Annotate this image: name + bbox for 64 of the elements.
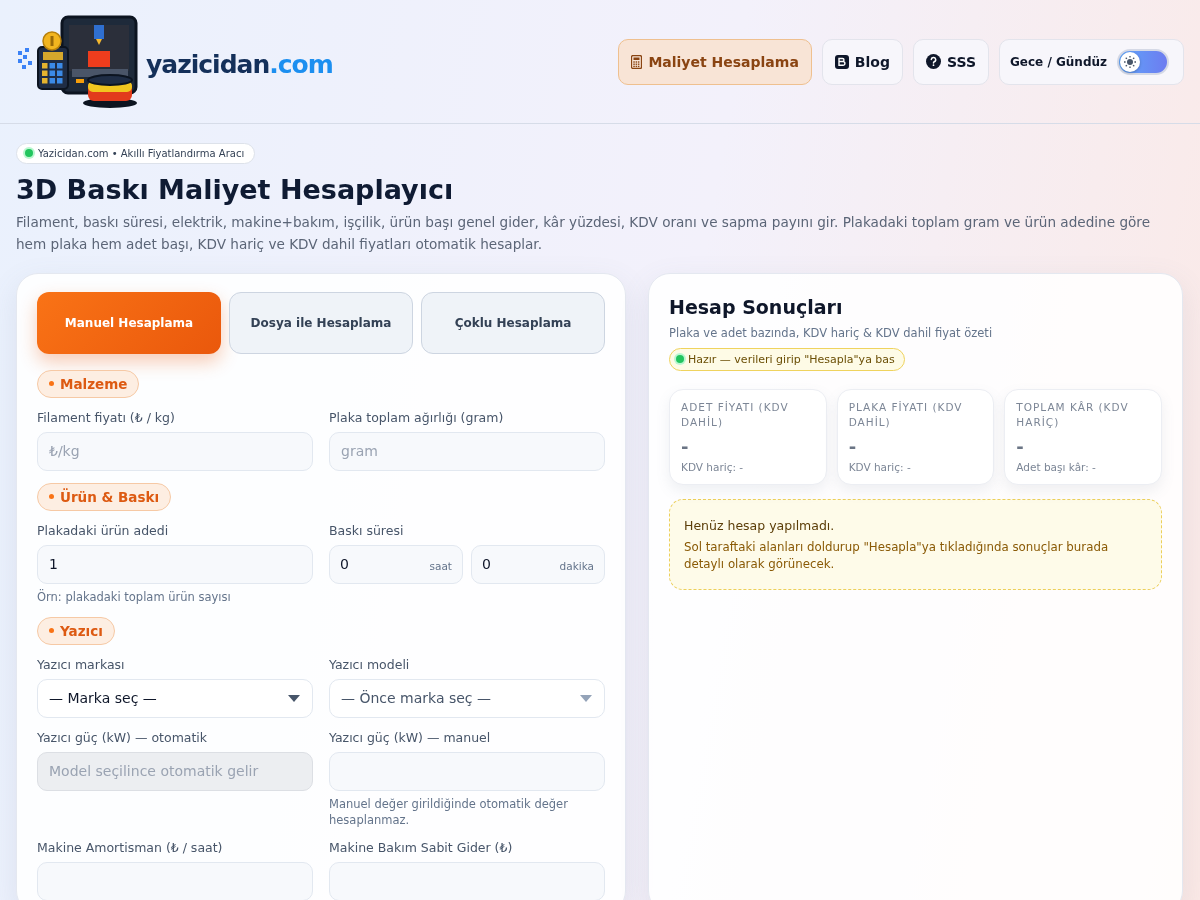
status-dot [25,149,33,157]
bullet-icon [49,494,54,499]
bullet-icon [49,381,54,386]
section-title: Yazıcı [60,622,103,639]
field-hint: Manuel değer girildiğinde otomatik değer hesaplanmaz. [329,795,569,828]
status-dot [676,355,684,363]
badge-text: Yazicidan.com • Akıllı Fiyatlandırma Aracı [38,147,245,159]
field-label: Makine Amortisman (₺ / saat) [37,839,224,855]
summary-value: - [848,435,858,457]
results-title: Hesap Sonuçları [669,295,844,318]
unit-label: saat [429,560,452,572]
summary-label: TOPLAM KÂR (KDV HARİÇ) [1016,399,1130,430]
summary-value: - [1016,435,1025,457]
nav-button[interactable]: SSS [912,38,989,85]
section-title: Ürün & Baskı [60,488,160,505]
page-title: 3D Baskı Maliyet Hesaplayıcı [16,173,455,205]
field-label: Yazıcı modeli [329,656,411,672]
tab[interactable]: Çoklu Hesaplama [421,291,605,354]
select-field[interactable]: — Marka seç — [37,678,313,718]
input-field[interactable]: 1 [37,544,313,584]
question-icon [925,54,941,69]
status-text: Hazır — verileri girip "Hesapla"ya bas [688,352,895,366]
input-field[interactable]: 0 saat [329,544,463,584]
input-field[interactable]: gram [329,431,605,471]
field-hint: Örn: plakadaki toplam ürün sayısı [37,588,232,605]
toggle-label: Gece / Gündüz [1009,54,1107,69]
field-value: 0 [340,556,349,572]
tab[interactable]: Dosya ile Hesaplama [229,291,413,354]
input-field[interactable] [329,751,605,791]
notice-text: Sol taraftaki alanları doldurup "Hesapla"ya tıkladığında sonuçlar burada detaylı olarak görünecek. [684,538,1110,573]
unit-label: dakika [559,560,594,572]
summary-subtext: Adet başı kâr: - [1016,460,1097,473]
notice-title: Henüz hesap yapılmadı. [684,517,836,533]
summary-subtext: KDV hariç: - [848,460,912,473]
page-description: Filament, baskı süresi, elektrik, makine+bakım, işçilik, ürün başı genel gider, kâr yüzdesi, KDV oranı ve sapma payını gir. Plakadaki toplam gram ve ürün adedine göre hem plaka hem adet başı, KDV hariç ve KDV dahil fiyatları otomatik hesaplar. [16,212,1151,254]
calculator-icon [631,54,643,69]
sun-icon [1123,54,1137,69]
results-subtitle: Plaka ve adet bazında, KDV hariç & KDV dahil fiyat özeti [669,325,994,340]
field-value: 0 [482,556,491,572]
input-field[interactable]: ₺/kg [37,431,313,471]
input-field[interactable] [329,861,605,900]
field-label: Yazıcı markası [37,656,126,672]
field-label: Plaka toplam ağırlığı (gram) [329,409,505,425]
summary-label: PLAKA FİYATI (KDV DAHİL) [848,399,964,430]
nav-button[interactable]: Maliyet Hesaplama [618,38,812,85]
field-label: Makine Bakım Sabit Gider (₺) [329,839,514,855]
input-field[interactable] [37,861,313,900]
bullet-icon [49,628,54,633]
caret-icon [288,694,300,702]
field-label: Baskı süresi [329,522,405,538]
input-field[interactable]: 0 dakika [471,544,605,584]
logo-text[interactable]: yazicidan.com [146,50,333,79]
summary-subtext: KDV hariç: - [681,460,745,473]
field-label: Plakadaki ürün adedi [37,522,170,538]
summary-label: ADET FİYATI (KDV DAHİL) [681,399,790,430]
section-title: Malzeme [60,375,128,392]
field-label: Filament fiyatı (₺ / kg) [37,409,176,425]
field-label: Yazıcı güç (kW) — otomatik [37,729,209,745]
caret-icon [580,694,592,702]
summary-value: - [681,435,690,457]
theme-switch[interactable] [1117,48,1169,75]
blog-icon [834,54,849,69]
nav-button[interactable]: Blog [821,38,903,85]
field-label: Yazıcı güç (kW) — manuel [329,729,492,745]
